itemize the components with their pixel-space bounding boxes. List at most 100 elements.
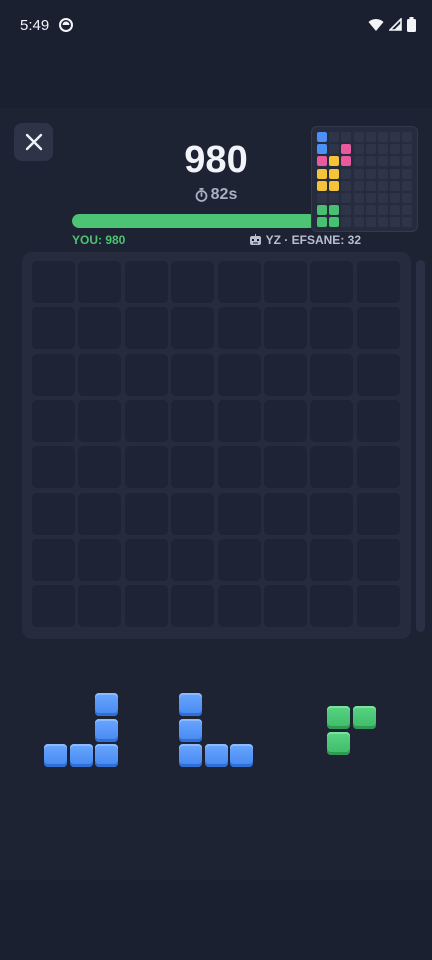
board-cell[interactable]: [124, 353, 168, 396]
opponent-score-label: YZ · EFSANE: 32: [265, 233, 361, 247]
board-cell[interactable]: [310, 446, 354, 489]
board-cell[interactable]: [264, 446, 307, 489]
status-time: 5:49: [20, 17, 50, 34]
board-cell[interactable]: [356, 399, 400, 442]
mini-board-cell: [341, 205, 352, 216]
board-cell[interactable]: [264, 307, 307, 350]
board-cell[interactable]: [217, 492, 261, 535]
mini-board-block: [317, 168, 327, 179]
board-cell[interactable]: [78, 307, 122, 350]
board-cell[interactable]: [217, 585, 261, 628]
board-cell[interactable]: [264, 353, 307, 396]
board-cell[interactable]: [32, 399, 75, 442]
robot-icon: [249, 234, 261, 245]
board-cell[interactable]: [217, 261, 261, 303]
board-cell[interactable]: [310, 492, 354, 535]
board-cell[interactable]: [356, 307, 400, 350]
mini-board-block: [341, 156, 352, 167]
board-cell[interactable]: [124, 261, 168, 303]
board-cell[interactable]: [356, 585, 400, 628]
piece-block: [204, 744, 228, 767]
board-cell[interactable]: [32, 538, 75, 581]
mini-board-block: [317, 132, 327, 142]
board-cell[interactable]: [171, 492, 215, 535]
board-cell[interactable]: [217, 538, 261, 581]
board-cell[interactable]: [217, 399, 261, 442]
status-bar: 5:49: [0, 0, 432, 52]
board-cell[interactable]: [264, 399, 307, 442]
board-cell[interactable]: [171, 446, 215, 489]
board-cell[interactable]: [124, 307, 168, 350]
you-score: YOU: 980: [72, 233, 126, 247]
board-cell[interactable]: [32, 585, 75, 628]
board-cell[interactable]: [78, 399, 122, 442]
mini-board-cell: [365, 156, 376, 167]
board-cell[interactable]: [78, 538, 122, 581]
board-cell[interactable]: [124, 399, 168, 442]
board-cell[interactable]: [124, 446, 168, 489]
board-cell[interactable]: [310, 538, 354, 581]
mini-board-cell: [365, 132, 376, 142]
board-cell[interactable]: [264, 492, 307, 535]
mini-board-cell: [390, 132, 401, 142]
cell-signal-icon: [389, 18, 402, 31]
mini-board-block: [317, 180, 327, 191]
mini-board-cell: [390, 193, 401, 203]
board-cell[interactable]: [356, 446, 400, 489]
mini-board-block: [329, 168, 340, 179]
board-cell[interactable]: [217, 307, 261, 350]
board-cell[interactable]: [171, 538, 215, 581]
app-notification-icon: [59, 18, 73, 32]
board-cell[interactable]: [32, 446, 75, 489]
board-cell[interactable]: [264, 538, 307, 581]
mini-board-cell: [378, 156, 388, 167]
mini-board-block: [317, 205, 327, 216]
board-cell[interactable]: [78, 353, 122, 396]
scrollbar[interactable]: [416, 260, 425, 632]
board-cell[interactable]: [78, 261, 122, 303]
board-cell[interactable]: [356, 492, 400, 535]
board-cell[interactable]: [124, 585, 168, 628]
board-cell[interactable]: [124, 492, 168, 535]
mini-board-cell: [378, 217, 388, 228]
close-icon: [25, 133, 42, 151]
board-cell[interactable]: [310, 585, 354, 628]
board-cell[interactable]: [32, 353, 75, 396]
mini-board-cell: [378, 205, 388, 216]
board-cell[interactable]: [78, 446, 122, 489]
board-cell[interactable]: [32, 492, 75, 535]
piece-block: [179, 744, 202, 767]
board-cell[interactable]: [217, 353, 261, 396]
board-cell[interactable]: [310, 399, 354, 442]
board-cell[interactable]: [356, 538, 400, 581]
board-cell[interactable]: [171, 585, 215, 628]
board-cell[interactable]: [124, 538, 168, 581]
board-cell[interactable]: [310, 353, 354, 396]
board-cell[interactable]: [264, 261, 307, 303]
board-cell[interactable]: [171, 353, 215, 396]
piece-block: [44, 744, 67, 767]
mini-board-cell: [329, 132, 340, 142]
mini-board-cell: [353, 168, 364, 179]
board-cell[interactable]: [264, 585, 307, 628]
close-button[interactable]: [14, 123, 53, 161]
board-cell[interactable]: [217, 446, 261, 489]
board-cell[interactable]: [32, 307, 75, 350]
game-board[interactable]: [22, 252, 411, 639]
mini-board-cell: [341, 180, 352, 191]
mini-board-cell: [402, 217, 413, 228]
board-cell[interactable]: [78, 492, 122, 535]
opponent-score: YZ · EFSANE: 32: [249, 233, 361, 247]
board-cell[interactable]: [171, 261, 215, 303]
board-cell[interactable]: [310, 261, 354, 303]
board-cell[interactable]: [171, 307, 215, 350]
board-cell[interactable]: [32, 261, 75, 303]
board-cell[interactable]: [171, 399, 215, 442]
board-cell[interactable]: [78, 585, 122, 628]
piece-block: [95, 744, 118, 767]
mini-board-cell: [390, 144, 401, 155]
mini-board-cell: [365, 205, 376, 216]
board-cell[interactable]: [356, 353, 400, 396]
board-cell[interactable]: [356, 261, 400, 303]
board-cell[interactable]: [310, 307, 354, 350]
